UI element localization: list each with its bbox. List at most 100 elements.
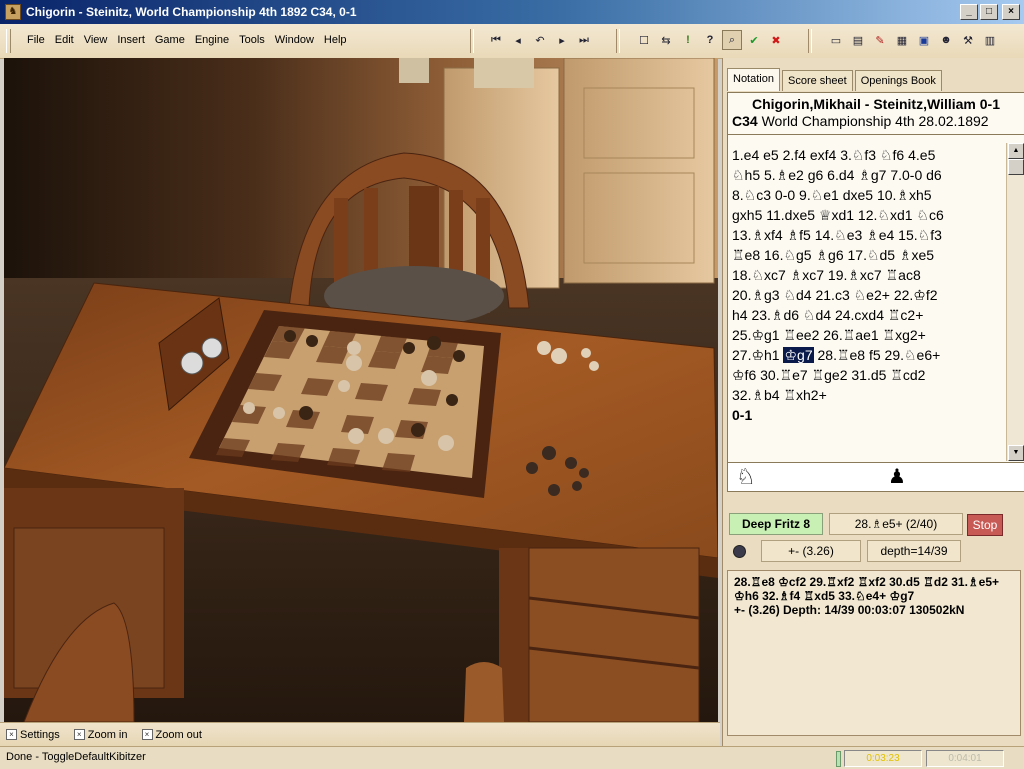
notation-scrollbar[interactable]: ▲ ▼ [1006, 143, 1024, 461]
move-line[interactable]: 25.♔g1 ♖ee2 26.♖ae1 ♖xg2+ [732, 325, 1004, 345]
pen-icon[interactable]: ✎ [870, 30, 890, 50]
scroll-thumb[interactable] [1008, 159, 1024, 175]
menu-bar: File Edit View Insert Game Engine Tools … [22, 34, 352, 46]
door-window [474, 58, 534, 88]
clock-dial [201, 337, 223, 359]
engine-best-move: 28.♗e5+ (2/40) [829, 513, 963, 535]
move-text[interactable]: 28.♖e8 f5 29.♘e6+ [814, 347, 940, 363]
engine-line: 28.♖e8 ♔cf2 29.♖xf2 ♖xf2 30.d5 ♖d2 31.♗e… [734, 575, 1000, 589]
accept-icon[interactable]: ✔ [744, 30, 764, 50]
take-back-icon[interactable]: ↶ [530, 30, 550, 50]
board-icon[interactable]: ▦ [892, 30, 912, 50]
move-line[interactable]: ♘h5 5.♗e2 g6 6.d4 ♗g7 7.0-0 d6 [732, 165, 1004, 185]
analysis-icon[interactable]: ⌕ [722, 30, 742, 50]
person-icon[interactable]: ☻ [936, 30, 956, 50]
move-line[interactable]: 32.♗b4 ♖xh2+ [732, 385, 1004, 405]
tab-openings-book[interactable]: Openings Book [854, 70, 942, 91]
menu-engine[interactable]: Engine [190, 34, 234, 46]
move-line[interactable]: ♖e8 16.♘g5 ♗g6 17.♘d5 ♗xe5 [732, 245, 1004, 265]
monitor-icon[interactable]: ▣ [914, 30, 934, 50]
previous-move-icon[interactable]: ◂ [508, 30, 528, 50]
settings-label: Settings [20, 728, 60, 741]
game-header: Chigorin,Mikhail - Steinitz,William 0-1 … [728, 93, 1024, 131]
side-to-move-bar: ♘ ♟ [727, 462, 1024, 492]
scroll-down-icon[interactable]: ▼ [1008, 445, 1024, 461]
next-move-icon[interactable]: ▸ [552, 30, 572, 50]
book-icon[interactable]: ▤ [848, 30, 868, 50]
zoom-in-button[interactable]: × Zoom in [73, 729, 128, 741]
coach-icon[interactable]: ? [700, 30, 720, 50]
cancel-icon[interactable]: ✖ [766, 30, 786, 50]
hint-icon[interactable]: ! [678, 30, 698, 50]
clock-indicator-icon [836, 751, 841, 767]
navigation-toolbar: ⏮ ◂ ↶ ▸ ⏭ [486, 30, 594, 50]
move-line[interactable]: gxh5 11.dxe5 ♕xd1 12.♘xd1 ♘c6 [732, 205, 1004, 225]
move-text[interactable]: 27.♔h1 [732, 347, 783, 363]
close-button[interactable]: × [1002, 4, 1020, 20]
menu-view[interactable]: View [79, 34, 113, 46]
side-cabinet [528, 547, 700, 722]
engine-depth: depth=14/39 [867, 540, 961, 562]
move-line[interactable]: 8.♘c3 0-0 9.♘e1 dxe5 10.♗xh5 [732, 185, 1004, 205]
fritz-app-icon: ♞ [5, 4, 21, 20]
menu-toolbar: File Edit View Insert Game Engine Tools … [0, 24, 1024, 59]
engine-name[interactable]: Deep Fritz 8 [729, 513, 823, 535]
move-list: 1.e4 e5 2.f4 exf4 3.♘f3 ♘f6 4.e5 ♘h5 5.♗… [728, 143, 1008, 427]
move-line[interactable]: h4 23.♗d6 ♘d4 24.cxd4 ♖c2+ [732, 305, 1004, 325]
zoom-out-icon: × [141, 729, 153, 740]
foreground-chair-post [464, 662, 504, 722]
first-move-icon[interactable]: ⏮ [486, 30, 506, 50]
engine-output[interactable]: 28.♖e8 ♔cf2 29.♖xf2 ♖xf2 30.d5 ♖d2 31.♗e… [727, 570, 1021, 736]
notation-tabs: Notation Score sheet Openings Book [727, 68, 944, 91]
move-line[interactable]: 20.♗g3 ♘d4 21.c3 ♘e2+ 22.♔f2 [732, 285, 1004, 305]
settings-button[interactable]: × Settings [6, 729, 60, 741]
chess-room-scene [4, 58, 718, 722]
move-line[interactable]: 13.♗xf4 ♗f5 14.♘e3 ♗e4 15.♘f3 [732, 225, 1004, 245]
game-players: Chigorin,Mikhail - Steinitz,William 0-1 [751, 96, 1000, 112]
status-message: Done - ToggleDefaultKibitzer [6, 751, 146, 763]
flip-board-icon[interactable]: ⇆ [656, 30, 676, 50]
engine-status-icon [733, 545, 746, 558]
toolbar-grip[interactable] [6, 29, 11, 53]
menu-edit[interactable]: Edit [50, 34, 79, 46]
tab-score-sheet[interactable]: Score sheet [781, 70, 853, 91]
move-line[interactable]: 1.e4 e5 2.f4 exf4 3.♘f3 ♘f6 4.e5 [732, 145, 1004, 165]
eraser-icon[interactable]: ▭ [826, 30, 846, 50]
minimize-button[interactable]: _ [960, 4, 978, 20]
move-line[interactable]: 18.♘xc7 ♗xc7 19.♗xc7 ♖ac8 [732, 265, 1004, 285]
menu-window[interactable]: Window [270, 34, 319, 46]
zoom-out-button[interactable]: × Zoom out [141, 729, 202, 741]
game-event-line: C34 World Championship 4th 28.02.1892 [732, 113, 1020, 129]
maximize-button[interactable]: □ [980, 4, 998, 20]
last-move-icon[interactable]: ⏭ [574, 30, 594, 50]
stop-engine-button[interactable]: Stop [967, 514, 1003, 536]
menu-file[interactable]: File [22, 34, 50, 46]
chess-3d-view[interactable] [4, 58, 718, 722]
white-clock: 0:03:23 [844, 750, 922, 767]
new-game-icon[interactable]: ☐ [634, 30, 654, 50]
white-knight-icon: ♘ [736, 464, 756, 489]
notation-view[interactable]: Chigorin,Mikhail - Steinitz,William 0-1 … [727, 92, 1024, 464]
menu-game[interactable]: Game [150, 34, 190, 46]
move-line[interactable]: ♔f6 30.♖e7 ♖ge2 31.d5 ♖cd2 [732, 365, 1004, 385]
action-toolbar: ☐ ⇆ ! ? ⌕ ✔ ✖ [634, 30, 786, 50]
menu-help[interactable]: Help [319, 34, 352, 46]
scroll-up-icon[interactable]: ▲ [1008, 143, 1024, 159]
current-move[interactable]: ♔g7 [783, 347, 814, 363]
tools-icon[interactable]: ⚒ [958, 30, 978, 50]
view-controls-bar: × Settings × Zoom in × Zoom out [0, 722, 720, 746]
game-event: World Championship 4th 28.02.1892 [761, 113, 989, 129]
toolbar-separator [616, 29, 620, 53]
notation-panel: Notation Score sheet Openings Book Chigo… [722, 58, 1024, 746]
menu-insert[interactable]: Insert [112, 34, 150, 46]
clock-dial [180, 351, 204, 375]
tab-notation[interactable]: Notation [727, 68, 780, 91]
move-line[interactable]: 27.♔h1 ♔g7 28.♖e8 f5 29.♘e6+ [732, 345, 1004, 365]
database-icon[interactable]: ▥ [980, 30, 1000, 50]
window-controls: _ □ × [960, 4, 1020, 20]
engine-evaluation: +- (3.26) [761, 540, 861, 562]
window-title: Chigorin - Steinitz, World Championship … [26, 5, 357, 19]
engine-line: ♔h6 32.♗f4 ♖xd5 33.♘e4+ ♔g7 [734, 589, 915, 603]
menu-tools[interactable]: Tools [234, 34, 270, 46]
tools-toolbar: ▭ ▤ ✎ ▦ ▣ ☻ ⚒ ▥ [826, 30, 1000, 50]
